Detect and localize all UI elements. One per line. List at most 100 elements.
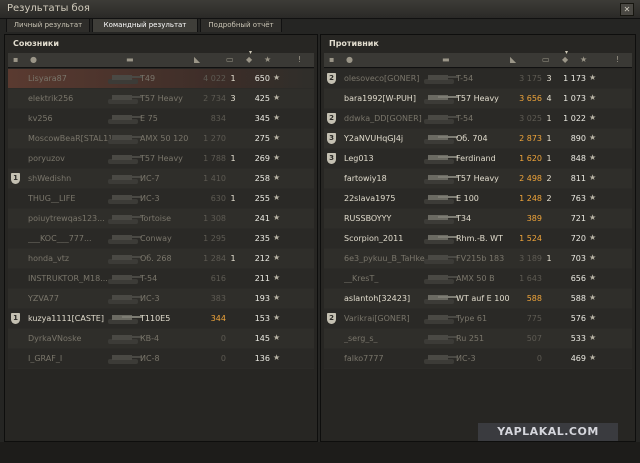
player-row[interactable]: 2 ddwka_DD[GONER] T-54 3 025 1 1 022 ★ bbox=[324, 109, 632, 129]
xp-value: 145 bbox=[254, 334, 270, 343]
player-row[interactable]: Scorpion_2011 Rhm.-B. WT 1 524 720 ★ bbox=[324, 229, 632, 249]
frags-value: 2 bbox=[546, 174, 552, 183]
frags-icon[interactable]: ▭ bbox=[226, 55, 234, 64]
tank-name: ИС-3 bbox=[456, 354, 476, 363]
player-row[interactable]: poryuzov T57 Heavy 1 788 1 269 ★ bbox=[8, 149, 314, 169]
player-row[interactable]: I_GRAF_I ИС-8 0 136 ★ bbox=[8, 349, 314, 369]
xp-value: 890 bbox=[570, 134, 586, 143]
tank-icon bbox=[108, 95, 142, 104]
tank-icon: ▬ bbox=[442, 55, 450, 64]
tank-name: AMX 50 120 bbox=[140, 134, 189, 143]
damage-value: 0 bbox=[220, 354, 226, 363]
tank-icon bbox=[424, 175, 458, 184]
player-row[interactable]: 1 kuzya1111[CASTE] T110E5 344 153 ★ bbox=[8, 309, 314, 329]
tank-name: ИС-3 bbox=[140, 294, 160, 303]
player-row[interactable]: MoscowBeaR[STAL1] AMX 50 120 1 270 275 ★ bbox=[8, 129, 314, 149]
xp-value: 721 bbox=[570, 214, 586, 223]
tank-icon bbox=[108, 215, 142, 224]
damage-value: 1 284 bbox=[203, 254, 226, 263]
tank-icon bbox=[108, 275, 142, 284]
close-button[interactable]: ✕ bbox=[620, 3, 634, 16]
platoon-number: 1 bbox=[13, 174, 18, 182]
tab-team-result[interactable]: Командный результат bbox=[92, 18, 198, 32]
tank-name: T57 Heavy bbox=[456, 94, 499, 103]
frags-icon[interactable]: ▭ bbox=[542, 55, 550, 64]
player-row[interactable]: honda_vtz Об. 268 1 284 1 212 ★ bbox=[8, 249, 314, 269]
damage-value: 0 bbox=[220, 334, 226, 343]
tank-name: Conway bbox=[140, 234, 172, 243]
tank-name: AMX 50 B bbox=[456, 274, 495, 283]
player-row[interactable]: _serg_s_ Ru 251 507 533 ★ bbox=[324, 329, 632, 349]
player-row[interactable]: Lisyara87 T49 4 022 1 650 ★ bbox=[8, 69, 314, 89]
xp-value: 212 bbox=[254, 254, 270, 263]
xp-value: 255 bbox=[254, 194, 270, 203]
player-row[interactable]: YZVA77 ИС-3 383 193 ★ bbox=[8, 289, 314, 309]
xp-icon[interactable]: ◆ bbox=[246, 55, 252, 64]
player-row[interactable]: DyrkaVNoske КВ-4 0 145 ★ bbox=[8, 329, 314, 349]
tank-name: КВ-4 bbox=[140, 334, 160, 343]
tank-icon bbox=[424, 255, 458, 264]
star-icon[interactable]: ★ bbox=[580, 55, 587, 64]
sort-indicator-icon: ▾ bbox=[565, 49, 569, 56]
player-row[interactable]: poiuytrewqas123... Tortoise 1 308 241 ★ bbox=[8, 209, 314, 229]
star-icon: ★ bbox=[273, 333, 281, 342]
allies-panel: Союзники ▪ ● ▬ ◣ ▭ ◆ ▾ ★ ! Lisyara87 T49 4… bbox=[4, 34, 318, 442]
star-icon[interactable]: ★ bbox=[264, 55, 271, 64]
player-row[interactable]: 2 Varikrai[GONER] Type 61 775 576 ★ bbox=[324, 309, 632, 329]
damage-value: 775 bbox=[526, 314, 542, 323]
damage-value: 616 bbox=[210, 274, 226, 283]
tab-personal-result[interactable]: Личный результат bbox=[6, 18, 90, 32]
xp-icon[interactable]: ◆ bbox=[562, 55, 568, 64]
tank-name: T-54 bbox=[140, 274, 158, 283]
platoon-badge-icon: 1 bbox=[11, 173, 20, 184]
player-row[interactable]: THUG__LIFE ИС-3 630 1 255 ★ bbox=[8, 189, 314, 209]
tank-name: Tortoise bbox=[140, 214, 172, 223]
player-row[interactable]: 3 Leg013 Ferdinand 1 620 1 848 ★ bbox=[324, 149, 632, 169]
player-row[interactable]: RUSSBOYYY T34 389 721 ★ bbox=[324, 209, 632, 229]
player-row[interactable]: falko7777 ИС-3 0 469 ★ bbox=[324, 349, 632, 369]
platoon-badge-icon: 2 bbox=[327, 313, 336, 324]
player-row[interactable]: ___KOC___777... Conway 1 295 235 ★ bbox=[8, 229, 314, 249]
medal-icon[interactable]: ! bbox=[616, 55, 619, 64]
platoon-number: 1 bbox=[13, 314, 18, 322]
player-row[interactable]: __KresT_ AMX 50 B1 643 656 ★ bbox=[324, 269, 632, 289]
tank-icon bbox=[424, 115, 458, 124]
player-row[interactable]: 1 shWedishn ИС-7 1 410 258 ★ bbox=[8, 169, 314, 189]
star-icon: ★ bbox=[273, 293, 281, 302]
player-row[interactable]: elektrik256 T57 Heavy 2 734 3 425 ★ bbox=[8, 89, 314, 109]
star-icon: ★ bbox=[589, 233, 597, 242]
tank-name: Об. 268 bbox=[140, 254, 172, 263]
player-row[interactable]: 22slava1975 E 100 1 248 2 763 ★ bbox=[324, 189, 632, 209]
player-row[interactable]: 2 olesoveco[GONER] T-54 3 175 3 1 173 ★ bbox=[324, 69, 632, 89]
tank-name: T-54 bbox=[456, 114, 474, 123]
tab-detailed-report[interactable]: Подробный отчёт bbox=[200, 18, 282, 32]
xp-value: 1 022 bbox=[563, 114, 586, 123]
tank-icon bbox=[108, 335, 142, 344]
tank-name: ИС-8 bbox=[140, 354, 160, 363]
star-icon: ★ bbox=[273, 353, 281, 362]
tank-name: E 75 bbox=[140, 114, 158, 123]
player-row[interactable]: 6e3_pykuu_B_TaHke... FV215b 183 3 189 1 703 ★ bbox=[324, 249, 632, 269]
player-row[interactable]: bara1992[W-PUH] T57 Heavy 3 656 4 1 073 ★ bbox=[324, 89, 632, 109]
frags-value: 2 bbox=[546, 194, 552, 203]
star-icon: ★ bbox=[589, 293, 597, 302]
damage-value: 2 498 bbox=[519, 174, 542, 183]
medal-icon[interactable]: ! bbox=[298, 55, 301, 64]
player-row[interactable]: fartowiy18 T57 Heavy 2 498 2 811 ★ bbox=[324, 169, 632, 189]
player-row[interactable]: INSTRUKTOR_M18... T-54 616 211 ★ bbox=[8, 269, 314, 289]
damage-icon[interactable]: ◣ bbox=[510, 55, 516, 64]
damage-value: 3 189 bbox=[519, 254, 542, 263]
tank-name: Об. 704 bbox=[456, 134, 488, 143]
tank-icon bbox=[108, 135, 142, 144]
player-row[interactable]: kv256 E 75 834 345 ★ bbox=[8, 109, 314, 129]
frags-value: 1 bbox=[546, 134, 552, 143]
xp-value: 258 bbox=[254, 174, 270, 183]
tank-name: ИС-7 bbox=[140, 174, 160, 183]
damage-icon[interactable]: ◣ bbox=[194, 55, 200, 64]
player-row[interactable]: 3 Y2aNVUHqGJ4j Об. 704 2 873 1 890 ★ bbox=[324, 129, 632, 149]
platoon-badge-icon: 2 bbox=[327, 113, 336, 124]
xp-value: 533 bbox=[570, 334, 586, 343]
player-row[interactable]: aslantoh[32423] WT auf E 100 588 588 ★ bbox=[324, 289, 632, 309]
frags-value: 3 bbox=[230, 94, 236, 103]
damage-value: 0 bbox=[536, 354, 542, 363]
